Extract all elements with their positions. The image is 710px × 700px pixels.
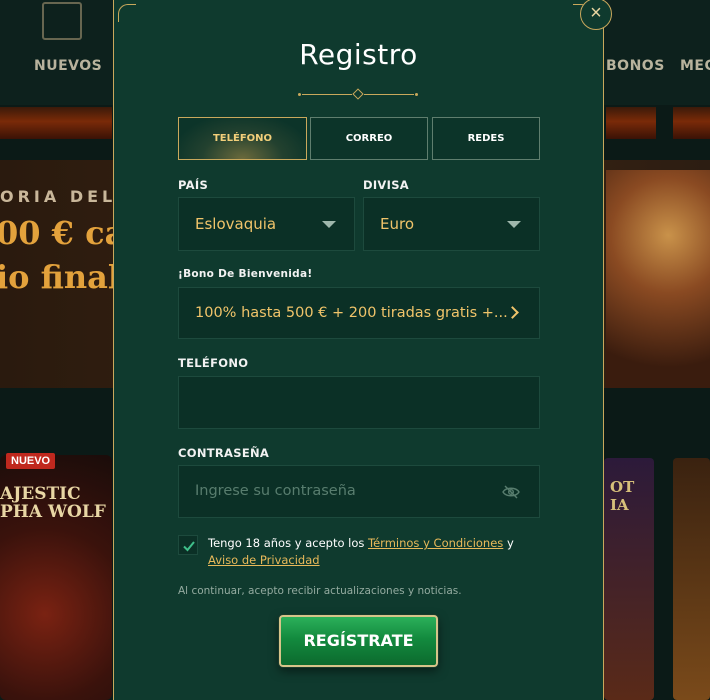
- nav-item-bonos[interactable]: BONOS: [606, 58, 665, 74]
- terms-text: Tengo 18 años y acepto los Términos y Co…: [208, 536, 514, 567]
- treasure-chest-icon: [42, 2, 82, 40]
- privacy-link[interactable]: Aviso de Privacidad: [208, 553, 320, 567]
- currency-value: Euro: [380, 215, 414, 233]
- password-placeholder: Ingrese su contraseña: [195, 483, 356, 499]
- background-banner-strip: [0, 107, 112, 139]
- chevron-down-icon: [322, 221, 336, 228]
- phone-input[interactable]: [178, 376, 540, 429]
- currency-label: DIVISA: [363, 178, 409, 192]
- game-card-right-title: OT IA: [610, 478, 635, 514]
- country-label: PAÍS: [178, 178, 209, 192]
- game-card-title: AJESTIC PHA WOLF: [0, 484, 106, 522]
- eye-off-icon[interactable]: [502, 485, 520, 499]
- chevron-down-icon: [507, 221, 521, 228]
- country-select[interactable]: Eslovaquia: [178, 197, 355, 251]
- nav-item-nuevos[interactable]: NUEVOS: [34, 58, 102, 74]
- chevron-right-icon: [506, 306, 519, 319]
- tab-telefono[interactable]: TELÉFONO: [178, 117, 307, 160]
- background-banner-strip: [606, 107, 656, 139]
- currency-select[interactable]: Euro: [363, 197, 540, 251]
- marketing-notice: Al continuar, acepto recibir actualizaci…: [178, 585, 462, 597]
- bonus-label: ¡Bono De Bienvenida!: [178, 268, 313, 280]
- tab-correo[interactable]: CORREO: [310, 117, 428, 160]
- close-icon: ×: [590, 2, 602, 24]
- background-banner-strip: [673, 107, 710, 139]
- terms-checkbox[interactable]: [178, 535, 198, 555]
- background-king-image: [606, 170, 710, 388]
- modal-corner-ornament: [118, 4, 136, 22]
- password-label: CONTRASEÑA: [178, 446, 270, 460]
- modal-title: Registro: [299, 38, 418, 71]
- country-value: Eslovaquia: [195, 215, 277, 233]
- nav-item-truncated[interactable]: MEG: [680, 58, 710, 74]
- game-card-far-right[interactable]: [673, 458, 710, 700]
- tab-redes[interactable]: REDES: [432, 117, 540, 160]
- register-button[interactable]: REGÍSTRATE: [279, 615, 438, 667]
- title-divider-ornament: [298, 88, 418, 101]
- new-badge: NUEVO: [6, 453, 56, 469]
- phone-label: TELÉFONO: [178, 356, 249, 370]
- terms-link[interactable]: Términos y Condiciones: [368, 536, 503, 550]
- password-input[interactable]: Ingrese su contraseña: [178, 465, 540, 518]
- welcome-bonus-selector[interactable]: 100% hasta 500 € + 200 tiradas gratis +.…: [178, 287, 540, 339]
- checkmark-icon: [183, 541, 195, 552]
- bonus-value: 100% hasta 500 € + 200 tiradas gratis +.…: [195, 305, 508, 321]
